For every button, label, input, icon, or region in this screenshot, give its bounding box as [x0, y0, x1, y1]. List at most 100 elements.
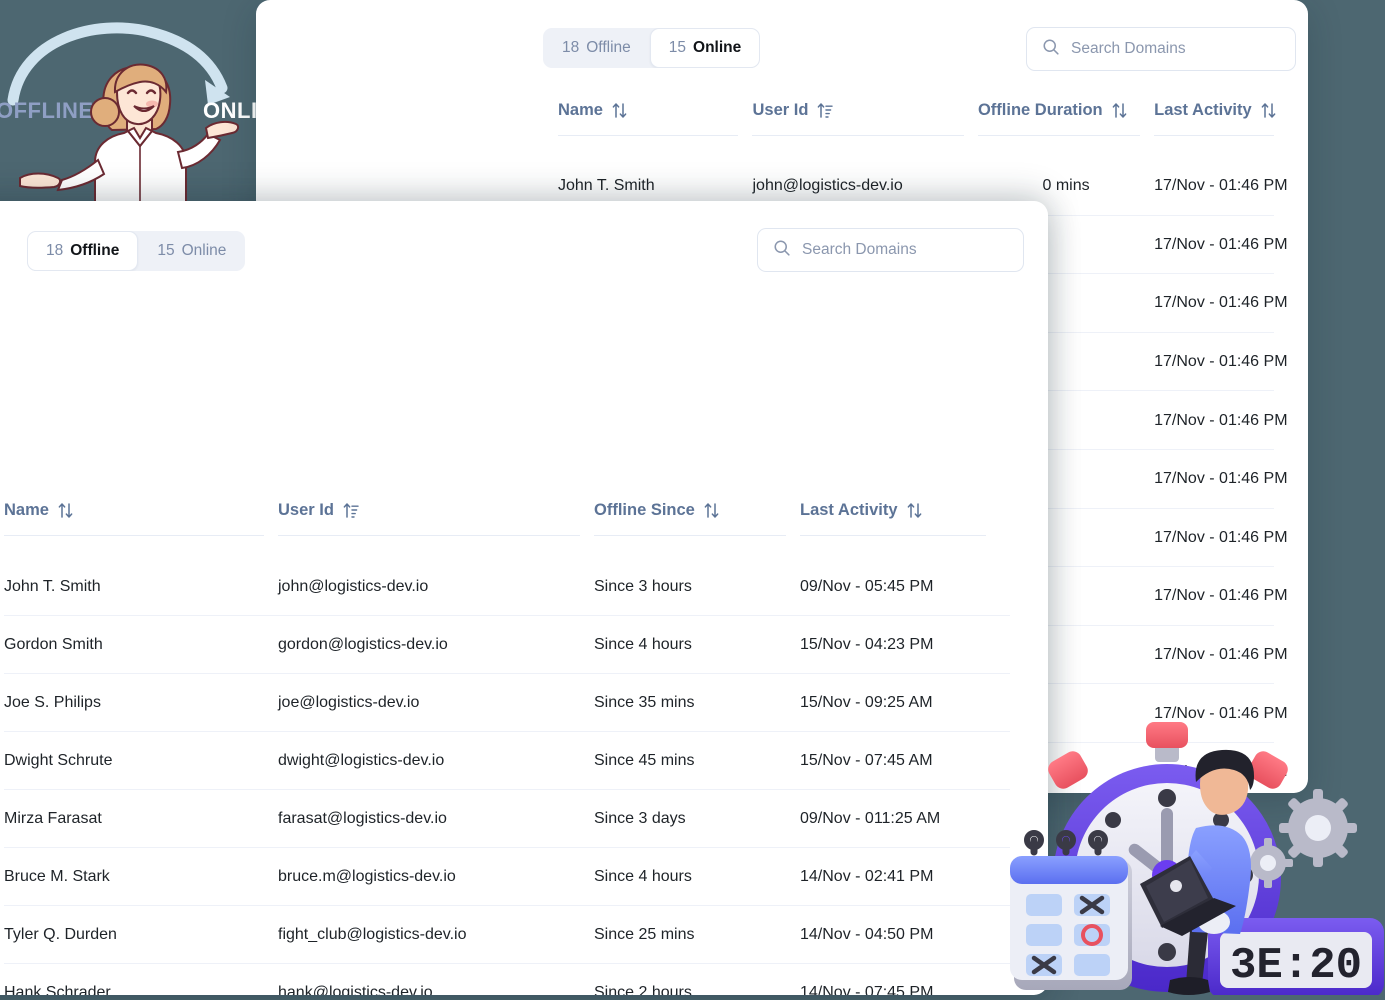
sort-updown-icon[interactable]: [1112, 102, 1127, 119]
column-header-offline-duration-label: Offline Duration: [977, 101, 1103, 119]
sort-updown-icon[interactable]: [612, 102, 627, 119]
table-row[interactable]: John T. Smith john@logistics-dev.io Since …: [4, 558, 1024, 616]
cell-last-activity: 09/Nov - 011:25 AM: [800, 810, 941, 827]
table-row[interactable]: Mirza Farasat farasat@logistics-dev.io Sin…: [4, 790, 1024, 848]
cell-last-activity: 09/Nov - 05:45 PM: [800, 578, 934, 595]
cell-last-activity: 17/Nov - 01:46 PM: [1154, 411, 1288, 429]
column-header-name[interactable]: Name: [558, 101, 752, 136]
front-panel-tab-group[interactable]: 18 Offline 15 Online: [27, 231, 246, 271]
cell-user-id: bruce.m@logistics-dev.io: [278, 868, 456, 885]
cell-last-activity: 14/Nov - 04:50 PM: [800, 926, 934, 943]
tab-online-label: Online: [693, 39, 742, 56]
cell-last-activity: 17/Nov - 01:46 PM: [1154, 528, 1288, 546]
column-header-user-id[interactable]: User Id: [278, 501, 594, 536]
cell-user-id: hank@logistics-dev.io: [278, 984, 433, 995]
column-header-last-activity[interactable]: Last Activity: [800, 501, 1000, 536]
search-input[interactable]: [802, 229, 1008, 271]
cell-since: Since 4 hours: [594, 636, 692, 653]
column-header-name-label: Name: [558, 101, 603, 119]
cell-last-activity: 17/Nov - 01:46 PM: [1154, 704, 1288, 722]
table-row[interactable]: Tyler Q. Durden fight_club@logistics-dev.…: [4, 906, 1024, 964]
table-body: John T. Smith john@logistics-dev.io Since …: [4, 558, 1024, 995]
tab-offline[interactable]: 18 Offline: [543, 28, 650, 68]
tab-online[interactable]: 15 Online: [649, 28, 761, 68]
sort-updown-icon[interactable]: [58, 502, 73, 519]
sort-ascending-icon[interactable]: [817, 102, 834, 119]
column-header-user-id-label: User Id: [752, 101, 809, 119]
cell-name: Joe S. Philips: [4, 694, 101, 711]
cell-last-activity: 14/Nov - 07:45 PM: [800, 984, 934, 995]
offline-users-panel: 18 Offline 15 Online Name: [0, 201, 1048, 995]
cell-name: Bruce M. Stark: [4, 868, 110, 885]
table-row[interactable]: Hank Schrader hank@logistics-dev.io Since …: [4, 964, 1024, 995]
cell-last-activity: 17/Nov - 01:46 PM: [1154, 587, 1288, 605]
column-header-name[interactable]: Name: [4, 501, 278, 536]
sort-ascending-icon[interactable]: [343, 502, 359, 519]
cell-since: Since 3 hours: [594, 578, 692, 595]
cell-last-activity: 17/Nov - 01:46 PM: [1154, 763, 1288, 781]
tab-offline[interactable]: 18 Offline: [27, 231, 139, 271]
column-header-offline-duration[interactable]: Offline Duration: [977, 101, 1154, 136]
cell-user-id: gordon@logistics-dev.io: [278, 636, 448, 653]
cell-user-id: fight_club@logistics-dev.io: [278, 926, 467, 943]
cell-last-activity: 15/Nov - 09:25 AM: [800, 694, 933, 711]
illustration-label-online: ONLINE: [203, 98, 258, 123]
sort-updown-icon[interactable]: [704, 502, 719, 519]
cell-name: Hank Schrader: [4, 984, 111, 995]
tab-offline-count: 18: [46, 242, 64, 259]
column-header-user-id-label: User Id: [278, 501, 334, 519]
cell-user-id: john@logistics-dev.io: [278, 578, 429, 595]
digital-clock-readout: 3E:20: [1230, 941, 1362, 991]
cell-last-activity: 14/Nov - 02:41 PM: [800, 868, 934, 885]
back-panel-search-box[interactable]: [1026, 27, 1296, 71]
column-header-offline-since-label: Offline Since: [594, 501, 695, 519]
cell-name: Tyler Q. Durden: [4, 926, 117, 943]
cell-since: Since 2 hours: [594, 984, 692, 995]
table-row[interactable]: Joe S. Philips joe@logistics-dev.io Since …: [4, 674, 1024, 732]
table-header-row: Name User Id Offline Duration Last Activ…: [558, 101, 1288, 136]
cell-name: Gordon Smith: [4, 636, 103, 653]
cell-since: Since 25 mins: [594, 926, 695, 943]
cell-last-activity: 17/Nov - 01:46 PM: [1154, 177, 1288, 195]
table-row[interactable]: Bruce M. Stark bruce.m@logistics-dev.io Si…: [4, 848, 1024, 906]
table-header-row: Name User Id Offline Since Last Activity: [4, 501, 1024, 536]
cell-last-activity: 17/Nov - 01:46 PM: [1154, 294, 1288, 312]
cell-since: Since 4 hours: [594, 868, 692, 885]
cell-since: Since 3 days: [594, 810, 686, 827]
tab-offline-count: 18: [562, 39, 580, 56]
tab-online-count: 15: [157, 242, 175, 259]
search-icon: [773, 239, 791, 262]
column-header-last-activity-label: Last Activity: [1154, 101, 1252, 119]
back-panel-tab-group[interactable]: 18 Offline 15 Online: [543, 28, 761, 68]
table-row[interactable]: Dwight Schrute dwight@logistics-dev.io Sin…: [4, 732, 1024, 790]
column-header-name-label: Name: [4, 501, 49, 519]
sort-updown-icon[interactable]: [1261, 102, 1276, 119]
cell-last-activity: 17/Nov - 01:46 PM: [1154, 646, 1288, 664]
cell-name: Dwight Schrute: [4, 752, 113, 769]
offline-to-online-illustration: OFFLINE ONLINE: [0, 0, 258, 202]
cell-last-activity: 17/Nov - 01:46 PM: [1154, 470, 1288, 488]
column-header-last-activity[interactable]: Last Activity: [1154, 101, 1288, 136]
tab-online-label: Online: [181, 242, 227, 259]
tab-online-count: 15: [668, 39, 687, 56]
column-header-user-id[interactable]: User Id: [752, 101, 977, 136]
search-input[interactable]: [1071, 28, 1280, 70]
cell-last-activity: 15/Nov - 04:23 PM: [800, 636, 934, 653]
table-row[interactable]: Gordon Smith gordon@logistics-dev.io Since…: [4, 616, 1024, 674]
cell-user-id: dwight@logistics-dev.io: [278, 752, 445, 769]
column-header-offline-since[interactable]: Offline Since: [594, 501, 800, 536]
cell-name: Mirza Farasat: [4, 810, 102, 827]
search-icon: [1042, 38, 1060, 61]
tab-offline-label: Offline: [70, 242, 120, 259]
cell-last-activity: 17/Nov - 01:46 PM: [1154, 235, 1288, 253]
column-header-last-activity-label: Last Activity: [800, 501, 898, 519]
cell-since: Since 45 mins: [594, 752, 695, 769]
cell-last-activity: 17/Nov - 01:46 PM: [1154, 353, 1288, 371]
illustration-label-offline: OFFLINE: [0, 98, 94, 123]
cell-user-id: joe@logistics-dev.io: [278, 694, 420, 711]
sort-updown-icon[interactable]: [907, 502, 922, 519]
front-panel-search-box[interactable]: [757, 228, 1024, 272]
tab-offline-label: Offline: [586, 39, 631, 56]
tab-online[interactable]: 15 Online: [138, 231, 245, 271]
cell-user-id: farasat@logistics-dev.io: [278, 810, 447, 827]
